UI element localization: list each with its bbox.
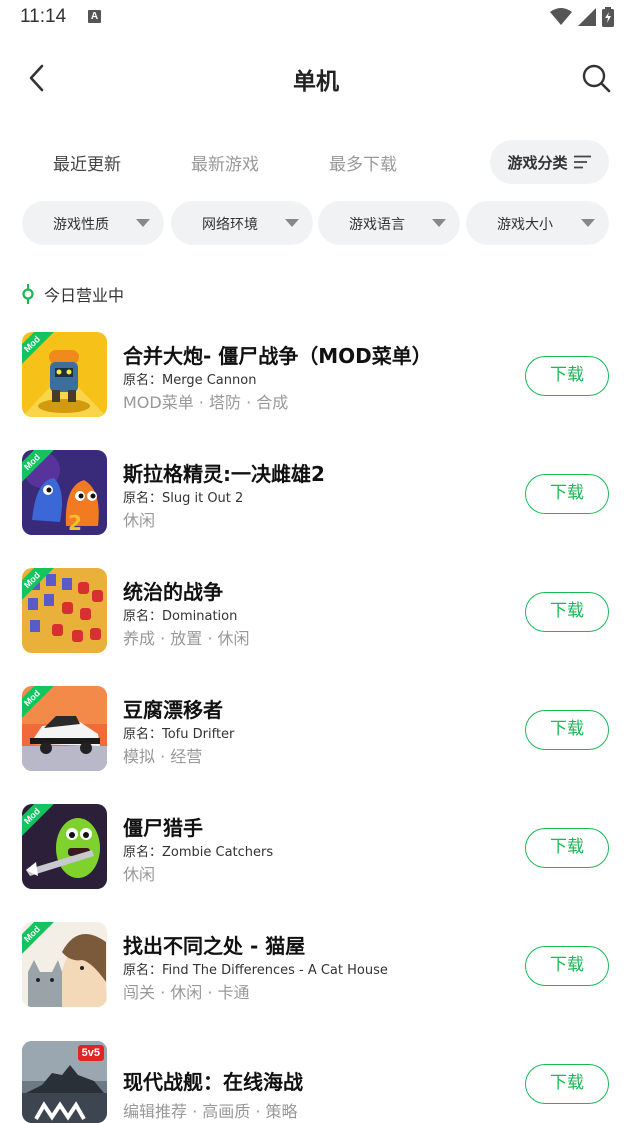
game-icon-slug-it-out-2: 2 Mod	[22, 450, 107, 535]
dropdown-arrow-icon	[285, 219, 299, 227]
wifi-icon	[550, 8, 572, 25]
game-original-name: 原名：Slug it Out 2	[123, 491, 244, 506]
game-original-name: 原名：Merge Cannon	[123, 373, 257, 388]
tab-label: 最新游戏	[191, 155, 259, 175]
filter-list-icon	[573, 155, 591, 169]
svg-text:2: 2	[68, 511, 82, 535]
location-pin-icon	[22, 284, 34, 304]
tab-label: 最多下载	[329, 155, 397, 175]
filter-label: 网络环境	[202, 217, 258, 233]
game-info: 合并大炮- 僵尸战争（MOD菜单） 原名：Merge Cannon MOD菜单 …	[123, 340, 513, 413]
list-item[interactable]: 5v5 现代战舰：在线海战 编辑推荐 · 高画质 · 策略 下载	[0, 1026, 632, 1123]
download-button[interactable]: 下载	[525, 828, 609, 868]
signal-icon	[578, 8, 596, 26]
status-time: 11:14	[20, 6, 67, 27]
dropdown-arrow-icon	[432, 219, 446, 227]
filter-label: 游戏语言	[349, 217, 405, 233]
game-category-button[interactable]: 游戏分类	[490, 140, 609, 184]
game-original-name: 原名：Domination	[123, 609, 238, 624]
list-item[interactable]: 2 Mod 斯拉格精灵:一决雌雄2 原名：Slug it Out 2 休闲 下载	[0, 436, 632, 554]
download-button[interactable]: 下载	[525, 356, 609, 396]
game-info: 斯拉格精灵:一决雌雄2 原名：Slug it Out 2 休闲	[123, 458, 513, 531]
game-tags: 编辑推荐 · 高画质 · 策略	[123, 1102, 298, 1121]
game-title: 合并大炮- 僵尸战争（MOD菜单）	[123, 344, 432, 368]
tab-new-games[interactable]: 最新游戏	[191, 150, 259, 175]
game-title: 斯拉格精灵:一决雌雄2	[123, 462, 325, 486]
game-info: 僵尸猎手 原名：Zombie Catchers 休闲	[123, 812, 513, 885]
download-button[interactable]: 下载	[525, 946, 609, 986]
game-tags: 休闲	[123, 511, 156, 530]
keyboard-notification-icon: A	[88, 10, 101, 23]
game-icon-cat-house: Mod	[22, 922, 107, 1007]
filter-language[interactable]: 游戏语言	[318, 201, 460, 245]
filter-label: 游戏大小	[497, 217, 553, 233]
game-icon-tofu-drifter: Mod	[22, 686, 107, 771]
game-original-name: 原名：Find The Differences - A Cat House	[123, 963, 388, 978]
game-title: 统治的战争	[123, 580, 223, 604]
dropdown-arrow-icon	[136, 219, 150, 227]
section-header: 今日营业中	[22, 283, 124, 305]
filter-label: 游戏性质	[53, 217, 109, 233]
download-button[interactable]: 下载	[525, 710, 609, 750]
dropdown-arrow-icon	[581, 219, 595, 227]
game-title: 僵尸猎手	[123, 816, 203, 840]
game-title: 找出不同之处 - 猫屋	[123, 934, 306, 958]
page-title: 单机	[293, 69, 339, 95]
game-icon-merge-cannon: Mod	[22, 332, 107, 417]
search-button[interactable]	[580, 62, 612, 94]
game-category-label: 游戏分类	[507, 153, 568, 172]
filter-game-nature[interactable]: 游戏性质	[22, 201, 164, 245]
game-icon-modern-warships: 5v5	[22, 1041, 107, 1123]
download-button[interactable]: 下载	[525, 1064, 609, 1104]
game-info: 现代战舰：在线海战 编辑推荐 · 高画质 · 策略	[123, 1066, 513, 1122]
5v5-badge: 5v5	[77, 1045, 104, 1061]
game-tags: 模拟 · 经营	[123, 747, 203, 766]
game-info: 找出不同之处 - 猫屋 原名：Find The Differences - A …	[123, 930, 513, 1003]
game-original-name: 原名：Zombie Catchers	[123, 845, 274, 860]
game-info: 豆腐漂移者 原名：Tofu Drifter 模拟 · 经营	[123, 694, 513, 767]
list-item[interactable]: Mod 豆腐漂移者 原名：Tofu Drifter 模拟 · 经营 下载	[0, 672, 632, 790]
list-item[interactable]: Mod 合并大炮- 僵尸战争（MOD菜单） 原名：Merge Cannon MO…	[0, 318, 632, 436]
game-tags: 闯关 · 休闲 · 卡通	[123, 983, 250, 1002]
tab-label: 最近更新	[53, 155, 121, 175]
search-icon	[582, 64, 611, 93]
battery-icon	[602, 7, 614, 27]
tab-most-downloads[interactable]: 最多下载	[329, 150, 397, 175]
game-tags: 休闲	[123, 865, 156, 884]
game-title: 豆腐漂移者	[123, 698, 223, 722]
filter-bar: 游戏性质 网络环境 游戏语言 游戏大小	[22, 201, 612, 245]
list-item[interactable]: Mod 僵尸猎手 原名：Zombie Catchers 休闲 下载	[0, 790, 632, 908]
game-tags: MOD菜单 · 塔防 · 合成	[123, 393, 289, 412]
download-button[interactable]: 下载	[525, 592, 609, 632]
tab-bar: 最近更新 最新游戏 最多下载 游戏分类	[0, 140, 632, 184]
section-title: 今日营业中	[44, 286, 125, 305]
game-title: 现代战舰：在线海战	[123, 1070, 303, 1094]
game-tags: 养成 · 放置 · 休闲	[123, 629, 250, 648]
status-icons	[550, 6, 614, 28]
game-icon-domination: Mod	[22, 568, 107, 653]
download-button[interactable]: 下载	[525, 474, 609, 514]
tab-recent-updates[interactable]: 最近更新	[53, 150, 121, 175]
game-icon-zombie-catchers: Mod	[22, 804, 107, 889]
game-original-name: 原名：Tofu Drifter	[123, 727, 235, 742]
header: 单机	[0, 50, 632, 108]
game-info: 统治的战争 原名：Domination 养成 · 放置 · 休闲	[123, 576, 513, 649]
status-bar: 11:14 A	[0, 0, 632, 36]
list-item[interactable]: Mod 找出不同之处 - 猫屋 原名：Find The Differences …	[0, 908, 632, 1026]
filter-network[interactable]: 网络环境	[171, 201, 313, 245]
list-item[interactable]: Mod 统治的战争 原名：Domination 养成 · 放置 · 休闲 下载	[0, 554, 632, 672]
filter-size[interactable]: 游戏大小	[466, 201, 609, 245]
